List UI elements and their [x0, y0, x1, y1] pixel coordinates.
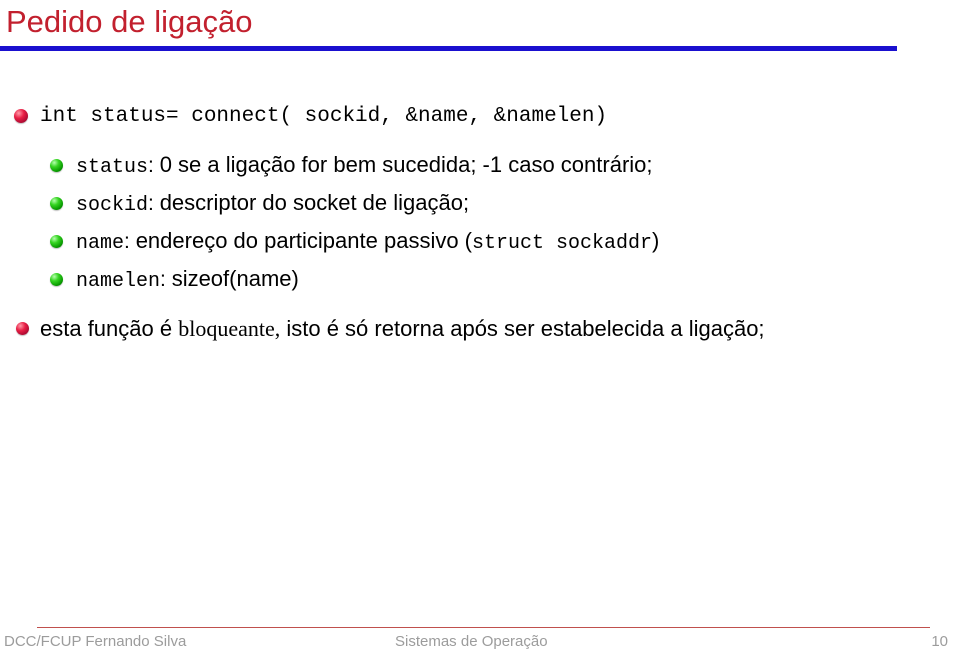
param-desc-sockid: descriptor do socket de ligação;: [159, 190, 470, 215]
param-name-name: name: [76, 232, 125, 255]
slide-footer: DCC/FCUP Fernando Silva Sistemas de Oper…: [0, 631, 960, 656]
connect-signature: int status= connect( sockid, &name, &nam…: [40, 105, 608, 128]
green-sphere-bullet-icon: [50, 159, 63, 172]
param-name-sockid: sockid: [76, 194, 149, 217]
param-desc-status: 0 se a ligação for bem sucedida; -1 caso…: [159, 152, 653, 177]
param-sockid-row: sockid: descriptor do socket de ligação;: [76, 184, 469, 223]
list-item-param-sockid: sockid: descriptor do socket de ligação;: [0, 184, 960, 222]
list-item-param-namelen: namelen: sizeof(name): [0, 260, 960, 298]
param-desc-name: endereço do participante passivo (: [135, 228, 473, 253]
red-sphere-bullet-icon: [16, 322, 29, 335]
list-item-blocking-note: esta função é bloqueante, isto é só reto…: [0, 310, 960, 348]
param-status-row: status: 0 se a ligação for bem sucedida;…: [76, 146, 653, 185]
list-item-param-status: status: 0 se a ligação for bem sucedida;…: [0, 146, 960, 184]
footer-course: Sistemas de Operação: [395, 633, 548, 650]
param-namelen-row: namelen: sizeof(name): [76, 260, 299, 299]
param-separator: :: [148, 154, 160, 177]
title-divider: [0, 46, 897, 51]
green-sphere-bullet-icon: [50, 197, 63, 210]
footer-divider: [37, 627, 930, 628]
blocking-note-row: esta função é bloqueante, isto é só reto…: [40, 310, 765, 346]
list-item-param-name: name: endereço do participante passivo (…: [0, 222, 960, 260]
note-text-part2: isto é só retorna após ser estabelecida …: [280, 316, 765, 341]
slide-body: int status= connect( sockid, &name, &nam…: [0, 98, 960, 348]
param-desc-namelen: sizeof(name): [171, 266, 299, 291]
param-separator: :: [160, 268, 172, 291]
page-title: Pedido de ligação: [6, 4, 253, 39]
signature-text-row: int status= connect( sockid, &name, &nam…: [40, 98, 607, 134]
param-separator: :: [148, 192, 160, 215]
red-sphere-bullet-icon: [14, 109, 28, 123]
param-name-namelen: namelen: [76, 270, 161, 293]
note-emphasis-bloqueante: bloqueante,: [178, 316, 281, 341]
list-item-signature: int status= connect( sockid, &name, &nam…: [0, 98, 960, 136]
param-paren-close: ): [652, 228, 660, 253]
param-type-sockaddr: struct sockaddr: [472, 232, 653, 255]
param-name-row: name: endereço do participante passivo (…: [76, 222, 659, 261]
footer-page-number: 10: [931, 633, 948, 650]
note-text-part1: esta função é: [40, 316, 179, 341]
green-sphere-bullet-icon: [50, 273, 63, 286]
param-separator: :: [124, 230, 136, 253]
footer-author: DCC/FCUP Fernando Silva: [4, 633, 187, 650]
param-name-status: status: [76, 156, 149, 179]
green-sphere-bullet-icon: [50, 235, 63, 248]
